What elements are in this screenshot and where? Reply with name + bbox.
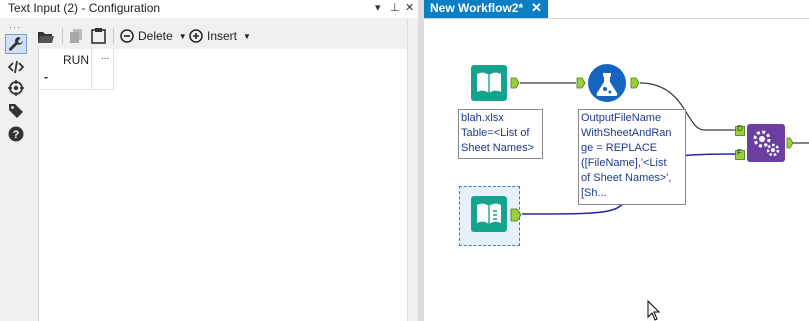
delete-label: Delete	[138, 29, 173, 43]
chevron-down-icon: ▼	[243, 31, 251, 41]
formula-tool[interactable]	[588, 64, 626, 102]
annotation-line: of Sheet Names>',	[581, 172, 672, 184]
tag-icon[interactable]	[5, 101, 27, 121]
annotation-line: blah.xlsx	[461, 112, 504, 124]
config-side-toolbar: ··· ?	[0, 18, 32, 321]
anchor-label-f: F	[737, 148, 742, 157]
copy-button[interactable]	[69, 26, 84, 46]
grip-handle-icon[interactable]: ···	[9, 22, 21, 32]
input-tool-annotation[interactable]: blah.xlsx Table=<List of Sheet Names>	[458, 109, 543, 159]
target-icon[interactable]	[5, 78, 27, 98]
row-marker[interactable]: -	[44, 70, 48, 84]
toolbar-divider	[62, 28, 63, 44]
gears-icon	[753, 130, 780, 157]
input-anchor-icon[interactable]	[576, 77, 586, 89]
annotation-line: ge = REPLACE	[581, 142, 658, 154]
panel-titlebar: Text Input (2) - Configuration ▾ ⊥ ✕	[0, 0, 418, 18]
insert-label: Insert	[207, 29, 238, 43]
paste-button[interactable]	[91, 26, 106, 46]
anchor-label-d: D	[737, 124, 743, 133]
output-anchor-icon[interactable]	[510, 208, 522, 222]
help-icon[interactable]: ?	[5, 124, 27, 144]
configuration-panel: Text Input (2) - Configuration ▾ ⊥ ✕ ···…	[0, 0, 419, 321]
svg-text:?: ?	[13, 129, 20, 141]
output-anchor-icon[interactable]	[630, 77, 640, 89]
flask-icon	[596, 73, 618, 96]
toolbar-divider	[113, 28, 114, 44]
panel-title: Text Input (2) - Configuration	[8, 1, 161, 15]
batch-macro-tool[interactable]	[747, 124, 785, 162]
insert-button[interactable]: Insert ▼	[189, 26, 251, 46]
annotation-line: Table=<List of	[461, 127, 530, 139]
annotation-line: ([FileName],'<List	[581, 157, 667, 169]
delete-button[interactable]: Delete ▼	[120, 26, 187, 46]
config-toolbar: Delete ▼ Insert ▼	[33, 26, 407, 46]
annotation-line: Sheet Names>	[461, 142, 535, 154]
code-icon[interactable]	[5, 57, 27, 77]
annotation-line: WithSheetAndRan	[581, 127, 672, 139]
macro-input-anchor-f[interactable]: F	[735, 148, 745, 160]
minus-circle-icon	[120, 29, 134, 43]
column-header[interactable]: RUN	[63, 53, 89, 67]
panel-close-button[interactable]: ✕	[405, 1, 414, 14]
annotation-line: OutputFileName	[581, 112, 662, 124]
mouse-cursor-icon	[647, 300, 661, 321]
open-folder-button[interactable]	[37, 26, 55, 46]
input-data-tool-selected[interactable]	[471, 196, 507, 232]
annotation-line: [Sh...	[581, 187, 607, 199]
formula-tool-annotation[interactable]: OutputFileName WithSheetAndRan ge = REPL…	[578, 109, 686, 205]
book-icon	[477, 203, 501, 224]
book-icon	[477, 72, 501, 93]
wrench-icon[interactable]	[5, 34, 27, 54]
panel-pin-button[interactable]: ⊥	[390, 1, 400, 14]
plus-circle-icon	[189, 29, 203, 43]
input-data-tool[interactable]	[471, 65, 507, 101]
panel-dropdown-button[interactable]: ▾	[375, 1, 381, 14]
output-anchor-icon[interactable]	[510, 77, 520, 89]
column-more-header[interactable]: ...	[101, 51, 109, 62]
output-anchor-icon[interactable]	[786, 137, 794, 149]
chevron-down-icon: ▼	[178, 31, 187, 41]
macro-input-anchor-d[interactable]: D	[735, 124, 745, 136]
workflow-canvas[interactable]: New Workflow2* ✕ blah.xlsx Table=<List o…	[424, 0, 809, 321]
text-input-grid[interactable]: RUN ... -	[38, 49, 408, 321]
